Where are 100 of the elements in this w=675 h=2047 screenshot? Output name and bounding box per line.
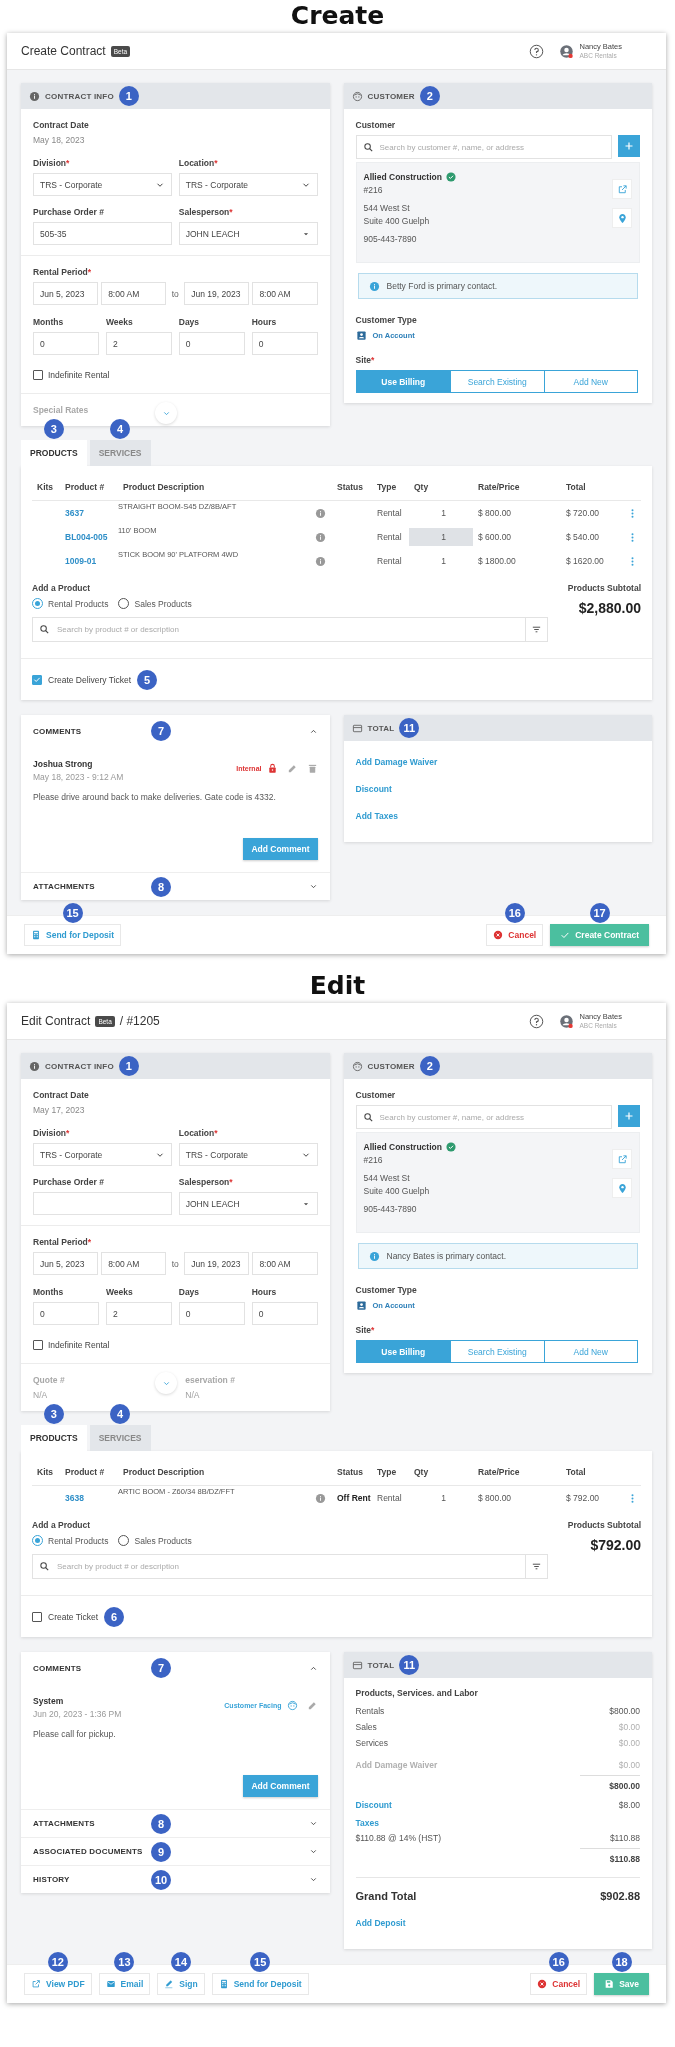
column-header: Product # xyxy=(64,482,106,492)
product-link[interactable]: 3637 xyxy=(60,508,118,518)
cancel-button[interactable]: Cancel xyxy=(530,1973,588,1995)
total-link[interactable]: Add Taxes xyxy=(355,811,398,821)
duration-field[interactable]: 0 xyxy=(33,1302,99,1325)
section-title: COMMENTS xyxy=(33,1663,83,1673)
select-field[interactable]: TRS - Corporate xyxy=(33,173,172,196)
subtotal-amount: $2,880.00 xyxy=(577,600,641,616)
checkbox[interactable] xyxy=(32,674,42,685)
address-line: 544 West St xyxy=(363,1173,411,1183)
total-label: Rentals xyxy=(355,1706,385,1716)
end-date-field[interactable]: Jun 19, 2023 xyxy=(184,1252,250,1275)
step-marker: 1 xyxy=(118,1056,139,1076)
add-customer-button[interactable] xyxy=(618,135,640,157)
field-label: Salesperson* xyxy=(178,207,234,217)
quantity-cell[interactable]: 1 xyxy=(409,1489,473,1507)
step-marker: 10 xyxy=(151,1869,171,1890)
account-card-icon xyxy=(355,330,367,341)
column-header: Product Description xyxy=(122,1467,206,1477)
end-time-field[interactable]: 8:00 AM xyxy=(252,282,318,305)
checkbox[interactable] xyxy=(33,1340,43,1350)
map-button[interactable] xyxy=(612,208,632,228)
start-time-field[interactable]: 8:00 AM xyxy=(101,282,167,305)
help-icon xyxy=(529,43,545,59)
input-field[interactable]: 505-35 xyxy=(33,222,172,245)
checkbox-label: Create Delivery Ticket xyxy=(48,674,132,685)
tab[interactable]: PRODUCTS xyxy=(21,1425,87,1451)
action-button[interactable]: Send for Deposit xyxy=(211,1973,309,1995)
info-icon xyxy=(29,1060,40,1072)
total-link[interactable]: Discount xyxy=(355,1800,392,1810)
product-link[interactable]: 1009-01 xyxy=(60,556,118,566)
delete-icon[interactable] xyxy=(306,763,318,774)
start-time-field[interactable]: 8:00 AM xyxy=(101,1252,167,1275)
checkbox[interactable] xyxy=(32,1611,42,1622)
action-button[interactable]: View PDF xyxy=(24,1973,92,1995)
duration-field[interactable]: 0 xyxy=(33,332,99,355)
duration-field[interactable]: 0 xyxy=(178,1302,245,1325)
duration-field[interactable]: 0 xyxy=(178,332,245,355)
total-link[interactable]: Add Damage Waiver xyxy=(355,757,438,767)
section-title[interactable]: ATTACHMENTS xyxy=(33,1819,143,1828)
end-date-field[interactable]: Jun 19, 2023 xyxy=(184,282,250,305)
address-line: 544 West St xyxy=(363,203,411,213)
section-title[interactable]: ASSOCIATED DOCUMENTS xyxy=(33,1847,143,1856)
column-header: Kits xyxy=(36,1467,55,1477)
quantity-cell[interactable]: 1 xyxy=(409,504,473,522)
section-title[interactable]: ATTACHMENTS xyxy=(33,882,143,891)
field-label: Division* xyxy=(33,1128,71,1138)
info-icon xyxy=(315,507,326,519)
table-cell-text: $ 600.00 xyxy=(477,532,513,542)
column-header: Product Description xyxy=(122,482,206,492)
edit-icon[interactable] xyxy=(286,763,298,774)
end-time-field[interactable]: 8:00 AM xyxy=(252,1252,318,1275)
table-cell-text: Off Rent xyxy=(336,1493,372,1503)
quantity-cell[interactable]: 1 xyxy=(409,528,473,546)
open-link-button[interactable] xyxy=(612,1149,632,1169)
checkbox[interactable] xyxy=(33,370,43,380)
step-marker: 6 xyxy=(104,1606,125,1627)
select-field[interactable]: JOHN LEACH xyxy=(178,222,318,245)
action-button[interactable]: Sign xyxy=(157,1973,205,1995)
step-marker: 2 xyxy=(419,1056,440,1076)
field-label: Customer Type xyxy=(355,315,418,325)
info-icon xyxy=(368,280,380,292)
duration-field[interactable]: 2 xyxy=(105,1302,172,1325)
open-link-button[interactable] xyxy=(612,179,632,199)
select-field[interactable]: JOHN LEACH xyxy=(178,1192,318,1215)
add-customer-button[interactable] xyxy=(618,1105,640,1127)
subtotal-amount: $110.88 xyxy=(580,1848,640,1871)
table-cell-text: Rental xyxy=(376,508,403,518)
expand-button[interactable] xyxy=(155,1372,178,1394)
select-field[interactable]: TRS - Corporate xyxy=(33,1143,172,1166)
field-label: Rental Period* xyxy=(33,1237,93,1247)
action-button[interactable]: Send for Deposit xyxy=(24,924,121,946)
duration-field[interactable]: 0 xyxy=(251,332,318,355)
product-link[interactable]: BL004-005 xyxy=(60,532,118,542)
field-label: Contract Date xyxy=(33,1090,90,1100)
map-button[interactable] xyxy=(612,1178,632,1198)
duration-field[interactable]: 2 xyxy=(105,332,172,355)
select-field[interactable]: TRS - Corporate xyxy=(178,173,318,196)
total-link[interactable]: Taxes xyxy=(355,1818,379,1828)
phone-number: 905-443-7890 xyxy=(363,1204,418,1214)
customer-name: Allied Construction xyxy=(363,172,442,182)
expand-button[interactable] xyxy=(155,402,178,424)
field-label: Division* xyxy=(33,158,71,168)
input-field[interactable] xyxy=(33,1192,172,1215)
tab[interactable]: PRODUCTS xyxy=(21,440,87,466)
section-title[interactable]: HISTORY xyxy=(33,1875,143,1884)
select-field[interactable]: TRS - Corporate xyxy=(178,1143,318,1166)
duration-field[interactable]: 0 xyxy=(251,1302,318,1325)
start-date-field[interactable]: Jun 5, 2023 xyxy=(33,282,99,305)
edit-icon[interactable] xyxy=(306,1700,318,1711)
action-button[interactable]: Email xyxy=(98,1973,151,1995)
product-link[interactable]: 3638 xyxy=(60,1493,118,1503)
checkbox-label: Indefinite Rental xyxy=(48,370,110,380)
quantity-cell[interactable]: 1 xyxy=(409,552,473,570)
step-marker: 3 xyxy=(43,1404,64,1424)
total-link[interactable]: Discount xyxy=(355,784,392,794)
total-link[interactable]: Add Deposit xyxy=(355,1918,406,1928)
start-date-field[interactable]: Jun 5, 2023 xyxy=(33,1252,99,1275)
cancel-button[interactable]: Cancel xyxy=(486,924,544,946)
step-marker: 9 xyxy=(151,1841,171,1862)
